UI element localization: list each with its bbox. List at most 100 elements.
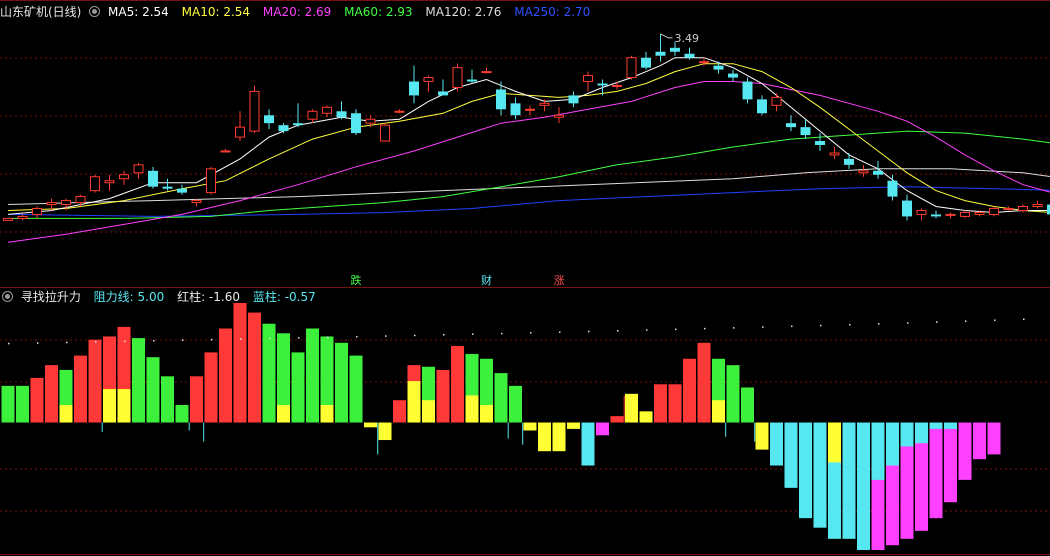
bar-main [813,422,827,528]
candle [771,93,782,112]
candle-body [278,125,289,132]
candle [104,174,115,191]
bar-main [697,342,711,423]
resistance-dot [8,342,10,345]
candle [90,174,100,193]
resistance-dot [66,341,68,344]
candle [264,109,274,130]
indicator-bar [291,352,305,423]
bar-secondary [465,395,479,423]
candle-body [568,95,579,104]
candle [583,71,593,92]
bar-main [799,422,812,519]
indicator-bar [900,422,914,539]
bar-main [291,352,305,423]
bar-main [74,355,87,423]
resistance-dot [240,338,242,340]
candle-body [220,150,231,153]
chart-stage: 3.492.45跌财涨 山东矿机(日线) MA5: 2.54 MA10: 2.5… [0,0,1050,556]
bar-main [161,376,174,423]
indicator-bar [857,422,870,550]
bar-main [654,384,667,423]
bar-secondary [103,389,116,423]
candle-body [61,200,71,206]
bar-main [378,422,392,441]
bar-main [857,422,870,550]
indicator-bar [929,422,943,519]
candle-body [655,51,666,56]
candle-body [887,180,898,197]
indicator-bar [436,369,450,423]
bar-main [393,400,406,423]
candle-body [467,79,477,82]
bar-main [132,338,145,423]
candle [1032,200,1043,209]
candle-body [17,215,28,219]
candle-body [1018,206,1028,211]
indicator-bar [610,416,624,423]
high-label: 3.49 [675,32,700,45]
bar-secondary [407,381,421,423]
resistance-dot [588,330,590,333]
indicator-bar [987,422,1001,455]
bar-main [929,422,943,519]
candle-body [3,217,13,221]
bar-main [784,422,798,488]
candle-body [336,111,347,118]
bar-main [987,422,1001,455]
settings-circle-icon[interactable] [89,6,101,17]
indicator-bar [828,422,841,539]
indicator-bar [958,422,972,480]
candle [17,214,28,221]
bar-main [190,376,203,423]
bar-main [16,385,29,423]
indicator-bar [944,422,957,503]
candle [786,115,796,132]
candle-body [409,81,419,96]
resistance-dot [675,328,677,331]
resist-label: 阻力线: 5.00 [93,290,165,304]
candle [858,164,869,177]
indicator-bar [654,384,667,423]
resistance-dot [559,331,561,333]
candle-body [989,207,999,215]
indicator-circle-icon[interactable] [2,291,13,302]
resistance-dot [733,327,735,329]
indicator-bar [306,328,319,423]
bar-main [755,422,769,450]
candle-body [322,106,332,114]
candle-body [844,158,854,165]
indicator-bar [204,352,218,423]
candle [119,170,129,185]
indicator-bar [784,422,798,488]
candle-body [757,99,767,114]
candle-body [162,186,173,189]
resistance-dot [791,325,793,328]
bar-main [625,393,638,423]
bar-secondary [886,422,899,466]
resistance-dot [385,335,387,337]
indicator-bar [132,338,145,423]
bar-secondary [929,422,943,429]
event-marker: 涨 [554,274,565,287]
bar-main [494,373,508,423]
bar-main [509,385,522,423]
indicator-bar [871,422,885,550]
bar-main [451,346,464,423]
indicator-bar [16,385,29,423]
indicator-bar [88,339,102,423]
indicator-bar [320,336,334,423]
candle-body [539,102,550,106]
bar-main [958,422,972,480]
candle [757,95,767,116]
candle-body [119,174,129,180]
candle [322,105,332,118]
bar-secondary [712,400,725,423]
candle-body [423,77,434,83]
event-marker: 财 [481,273,492,287]
candle [32,206,42,219]
ma5-label: MA5: 2.54 [108,5,169,19]
candle-body [902,200,912,217]
resistance-dot [820,324,822,327]
bar-main [552,422,566,452]
